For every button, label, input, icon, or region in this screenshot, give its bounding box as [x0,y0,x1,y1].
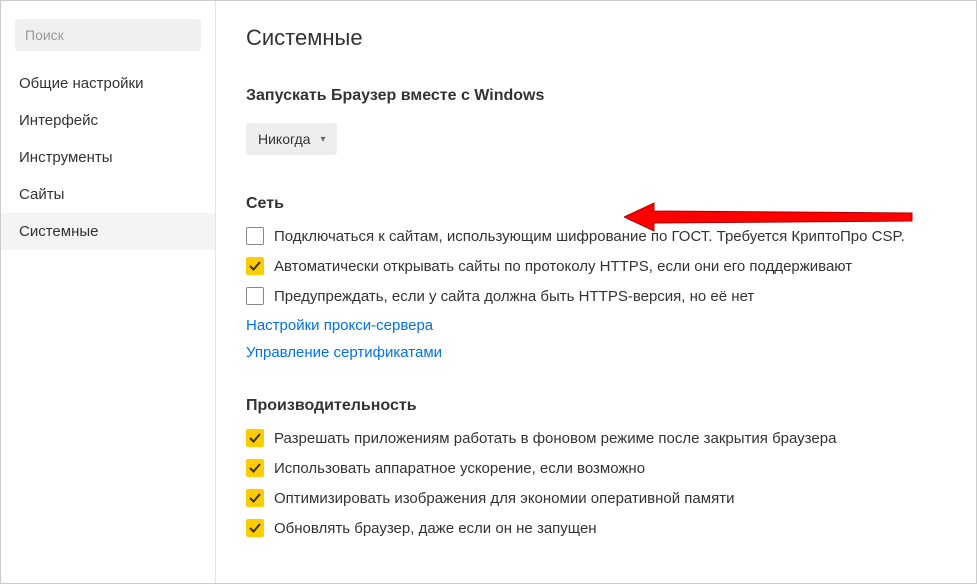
startup-section: Запускать Браузер вместе с Windows Никог… [246,87,946,155]
checkbox-hw-accel[interactable] [246,459,264,477]
checkbox-optimize-images[interactable] [246,489,264,507]
checkbox-label: Автоматически открывать сайты по протоко… [274,257,852,277]
checkbox-row-optimize-images: Оптимизировать изображения для экономии … [246,489,946,509]
checkbox-row-background-apps: Разрешать приложениям работать в фоновом… [246,429,946,449]
startup-dropdown-value: Никогда [258,131,310,147]
checkbox-gost[interactable] [246,227,264,245]
sidebar-item-system[interactable]: Системные [1,213,215,250]
sidebar: Поиск Общие настройки Интерфейс Инструме… [1,1,216,583]
checkbox-row-hw-accel: Использовать аппаратное ускорение, если … [246,459,946,479]
page-title: Системные [246,25,946,51]
checkbox-label: Предупреждать, если у сайта должна быть … [274,287,754,307]
proxy-settings-link[interactable]: Настройки прокси-сервера [246,317,946,334]
checkbox-row-https-warn: Предупреждать, если у сайта должна быть … [246,287,946,307]
checkbox-https-warn[interactable] [246,287,264,305]
certificate-management-link[interactable]: Управление сертификатами [246,344,946,361]
sidebar-item-tools[interactable]: Инструменты [1,139,215,176]
network-title: Сеть [246,195,946,213]
checkbox-row-update-browser: Обновлять браузер, даже если он не запущ… [246,519,946,539]
performance-section: Производительность Разрешать приложениям… [246,397,946,539]
performance-title: Производительность [246,397,946,415]
checkbox-label: Подключаться к сайтам, использующим шифр… [274,227,905,247]
sidebar-item-interface[interactable]: Интерфейс [1,102,215,139]
search-input[interactable]: Поиск [15,19,201,51]
startup-title: Запускать Браузер вместе с Windows [246,87,946,105]
checkbox-label: Разрешать приложениям работать в фоновом… [274,429,836,449]
checkbox-label: Оптимизировать изображения для экономии … [274,489,734,509]
chevron-down-icon: ▾ [320,134,325,145]
checkbox-row-gost: Подключаться к сайтам, использующим шифр… [246,227,946,247]
sidebar-item-sites[interactable]: Сайты [1,176,215,213]
network-section: Сеть Подключаться к сайтам, использующим… [246,195,946,361]
checkbox-https-auto[interactable] [246,257,264,275]
startup-dropdown[interactable]: Никогда ▾ [246,123,337,155]
checkbox-label: Использовать аппаратное ускорение, если … [274,459,645,479]
main-content: Системные Запускать Браузер вместе с Win… [216,1,976,583]
checkbox-label: Обновлять браузер, даже если он не запущ… [274,519,597,539]
checkbox-update-browser[interactable] [246,519,264,537]
checkbox-background-apps[interactable] [246,429,264,447]
checkbox-row-https-auto: Автоматически открывать сайты по протоко… [246,257,946,277]
sidebar-item-general[interactable]: Общие настройки [1,65,215,102]
